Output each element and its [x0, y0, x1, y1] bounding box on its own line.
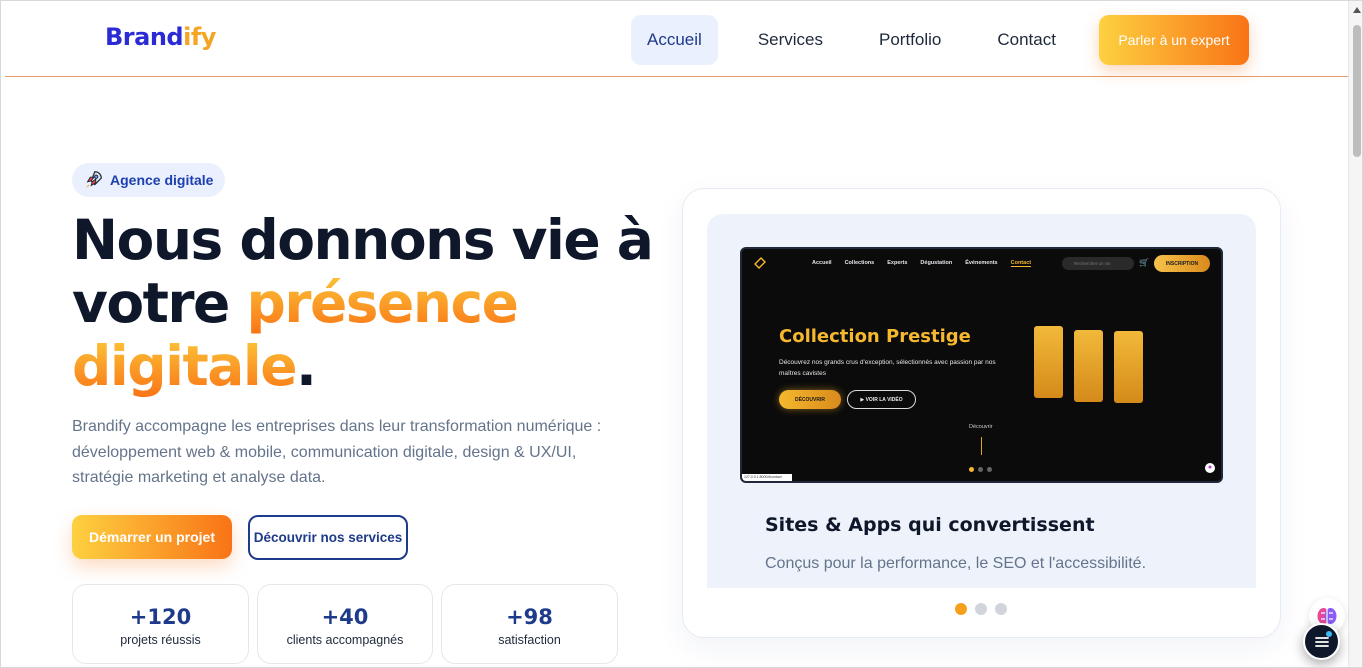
website-mockup-screenshot[interactable]: Accueil Collections Experts Dégustation …	[740, 247, 1223, 483]
mockup-scroll-label: Découvrir	[969, 424, 993, 430]
site-header: Brandify Accueil Services Portfolio Cont…	[5, 3, 1348, 77]
stat-card-satisfaction: +98 satisfaction	[441, 584, 618, 664]
page-scrollbar[interactable]	[1348, 1, 1362, 667]
stat-label: clients accompagnés	[286, 633, 404, 647]
mockup-nav-link: Dégustation	[920, 260, 953, 266]
mockup-discover-button: DÉCOUVRIR	[779, 390, 841, 409]
mockup-nav-links: Accueil Collections Experts Dégustation …	[812, 260, 1044, 267]
mockup-discover-label: DÉCOUVRIR	[794, 396, 825, 403]
bottle-shape	[1034, 326, 1063, 398]
carousel-dot-3[interactable]	[995, 603, 1007, 615]
hero-description: Brandify accompagne les entreprises dans…	[72, 418, 602, 486]
mockup-carousel-dots	[969, 467, 996, 472]
main-nav: Accueil Services Portfolio Contact	[631, 15, 1096, 65]
stat-value: +40	[321, 605, 369, 629]
hero-title-highlight-digitale: digitale	[72, 334, 298, 398]
hero-title: Nous donnons vie à votre présence digita…	[72, 209, 662, 398]
chat-icon: ●	[1205, 463, 1215, 473]
mockup-signup-button: INSCRIPTION	[1154, 255, 1210, 272]
stat-label: satisfaction	[498, 633, 561, 647]
showcase-slide: Accueil Collections Experts Dégustation …	[707, 214, 1256, 588]
showcase-card: Accueil Collections Experts Dégustation …	[682, 188, 1281, 638]
mockup-nav-link: Événements	[965, 260, 998, 266]
browser-viewport: Brandify Accueil Services Portfolio Cont…	[0, 0, 1363, 668]
nav-item-accueil[interactable]: Accueil	[631, 15, 718, 65]
scrollbar-thumb[interactable]	[1353, 25, 1361, 157]
carousel-dots	[955, 603, 1015, 615]
logo-text-brand: Brand	[105, 23, 184, 51]
start-project-button[interactable]: Démarrer un projet	[72, 515, 232, 559]
logo-text-ify: ify	[183, 23, 216, 51]
wine-bottle-icon	[754, 257, 766, 269]
bottle-shape	[1114, 331, 1143, 403]
mockup-nav-link: Collections	[844, 260, 875, 266]
mockup-title: Collection Prestige	[779, 326, 971, 347]
stat-value: +120	[129, 605, 192, 629]
floating-menu-button[interactable]	[1303, 623, 1340, 660]
mockup-search: Rechercher un vin	[1062, 257, 1134, 270]
brand-logo[interactable]: Brandify	[105, 23, 216, 51]
nav-item-contact[interactable]: Contact	[981, 15, 1072, 65]
bottle-shape	[1074, 330, 1103, 402]
badge-label: Agence digitale	[110, 172, 214, 188]
mockup-nav: Accueil Collections Experts Dégustation …	[742, 249, 1221, 279]
carousel-dot-2[interactable]	[975, 603, 987, 615]
mockup-nav-link: Accueil	[812, 260, 832, 266]
hero-title-period: .	[296, 334, 317, 398]
mockup-scroll-line	[981, 437, 982, 455]
showcase-subtitle: Conçus pour la performance, le SEO et l'…	[765, 555, 1147, 572]
nav-item-portfolio[interactable]: Portfolio	[863, 15, 957, 65]
mockup-nav-link-active: Contact	[1010, 260, 1032, 267]
stat-label: projets réussis	[120, 633, 201, 647]
mockup-video-button: ▶ VOIR LA VIDÉO	[847, 390, 916, 409]
mockup-description: Découvrez nos grands crus d'exception, s…	[779, 359, 996, 377]
carousel-dot-1[interactable]	[955, 603, 967, 615]
scroll-up-arrow-icon[interactable]	[1353, 7, 1361, 13]
stat-card-clients: +40 clients accompagnés	[257, 584, 433, 664]
stat-value: +98	[506, 605, 553, 629]
hero-title-highlight-presence: présence	[246, 271, 519, 335]
rocket-icon	[85, 171, 102, 189]
cart-icon: 🛒	[1139, 258, 1149, 267]
notification-dot	[1326, 631, 1332, 637]
mockup-status-url: 127.0.0.1:8000/#contact	[742, 474, 792, 481]
nav-item-services[interactable]: Services	[742, 15, 839, 65]
showcase-title: Sites & Apps qui convertissent	[765, 514, 1095, 536]
agency-badge: Agence digitale	[72, 163, 226, 197]
mockup-nav-link: Experts	[887, 260, 908, 266]
hero-title-line1: Nous donnons vie à	[72, 208, 654, 272]
stat-card-projects: +120 projets réussis	[72, 584, 249, 664]
talk-to-expert-button[interactable]: Parler à un expert	[1099, 15, 1249, 65]
hero-title-line2: votre	[72, 271, 247, 335]
discover-services-button[interactable]: Découvrir nos services	[248, 515, 408, 560]
